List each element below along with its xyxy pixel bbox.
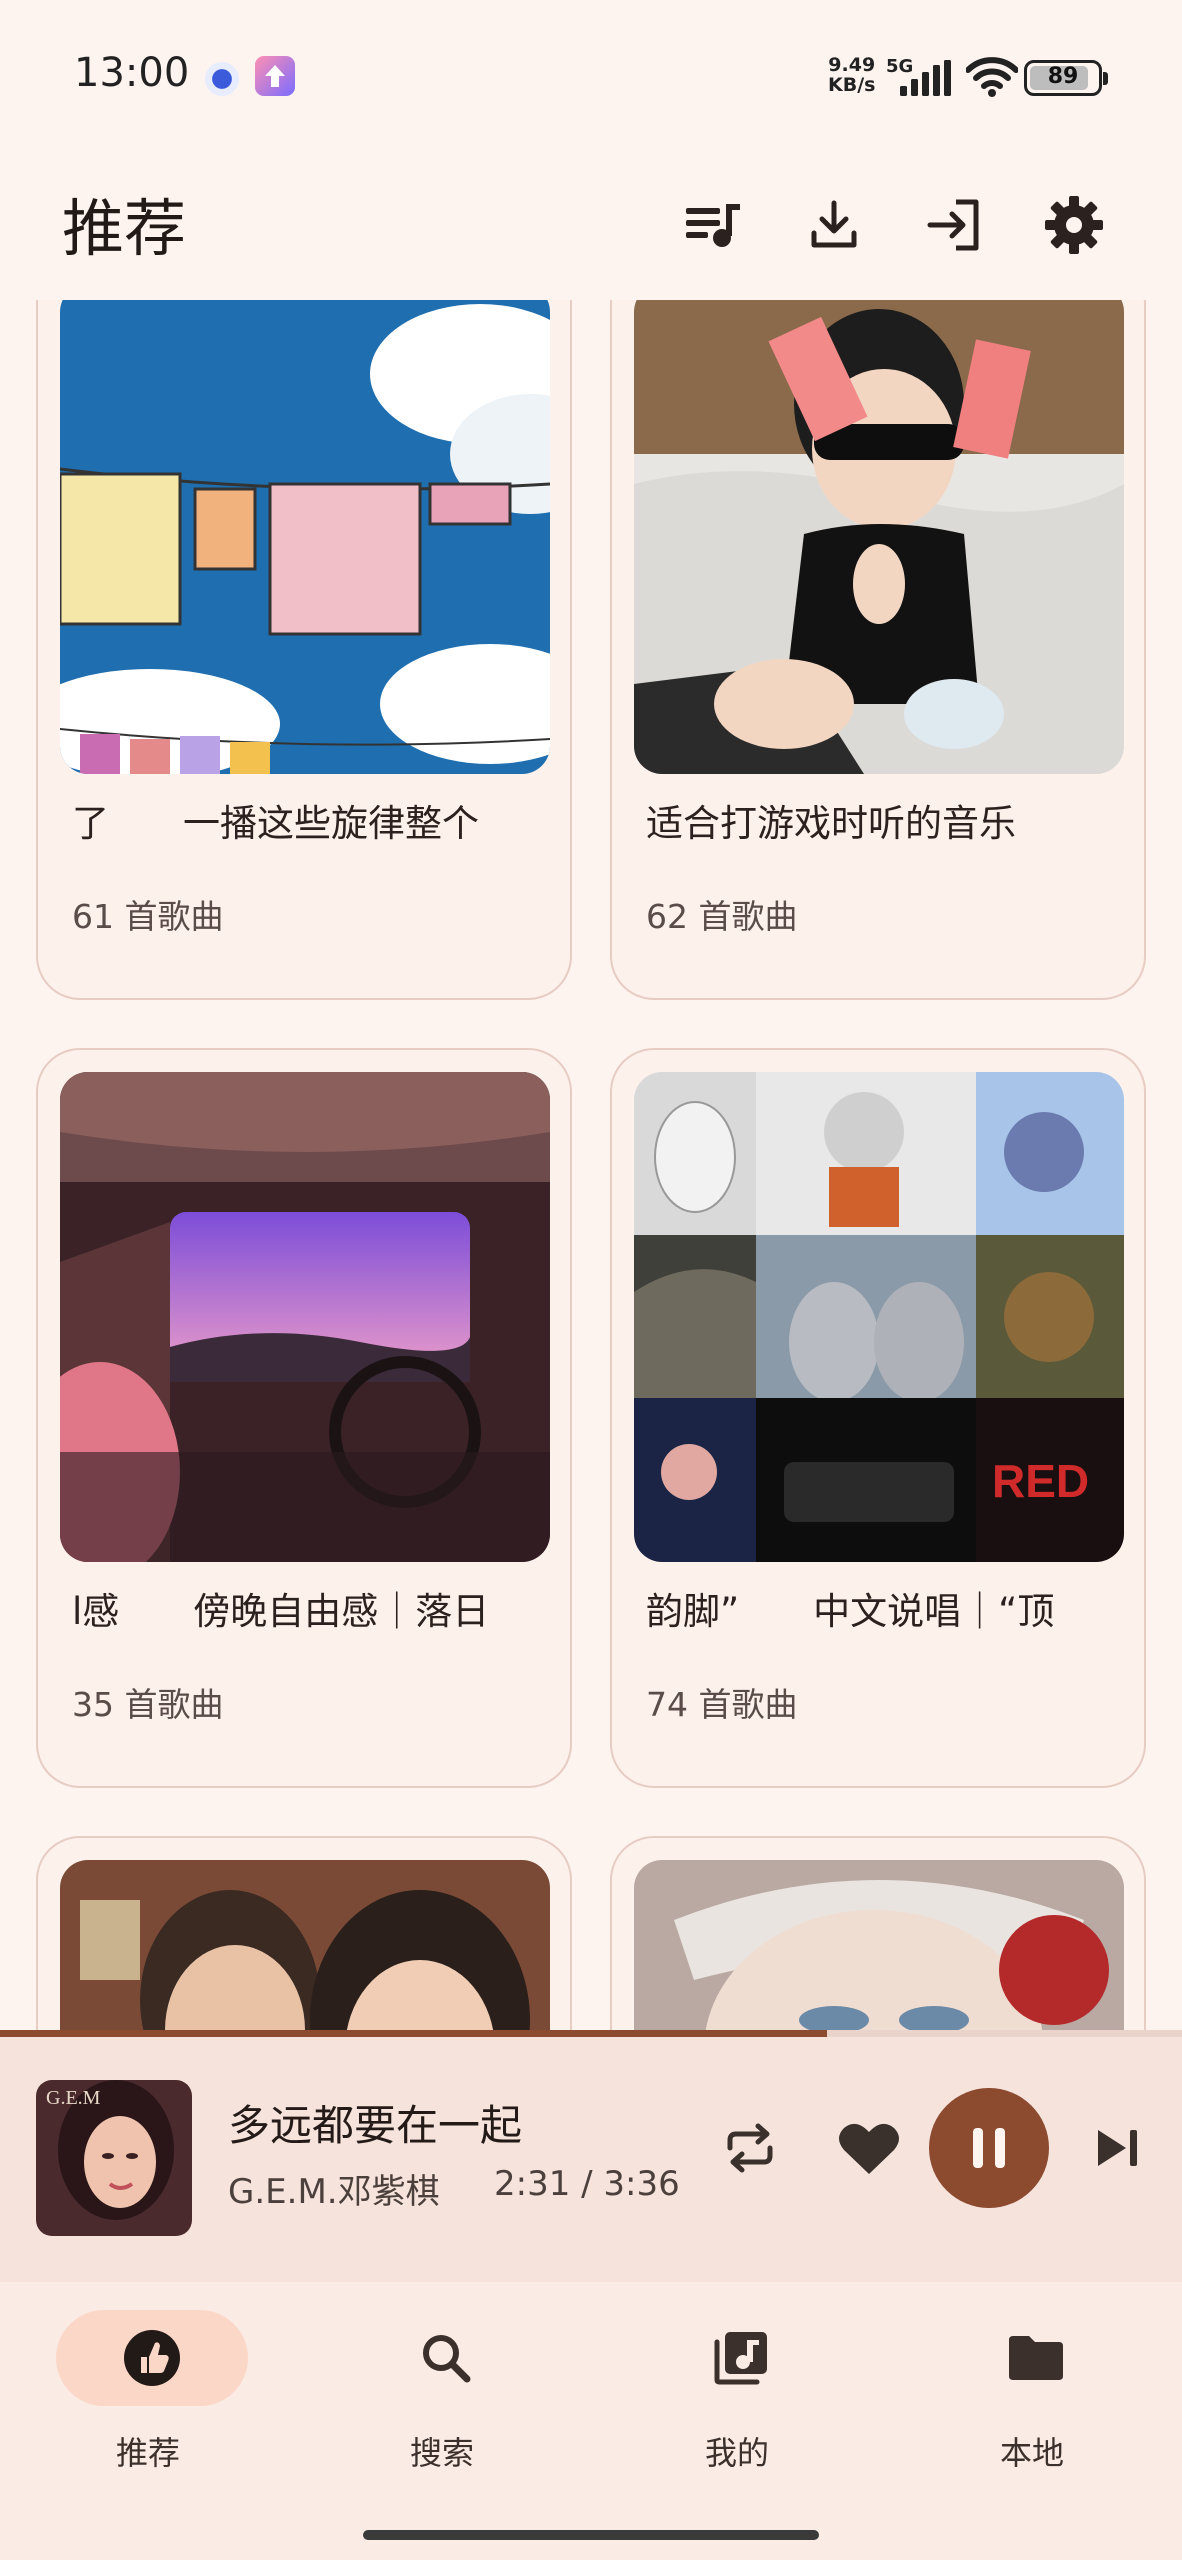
settings-button[interactable] [1029, 180, 1119, 270]
playlist-title: 了 一播这些旋律整个 [72, 802, 479, 845]
signal-icon [900, 60, 951, 96]
now-playing-artist: G.E.M.邓紫棋 [228, 2172, 440, 2212]
like-button[interactable] [829, 2108, 909, 2188]
playback-progress-fill [0, 2030, 828, 2037]
playlist-song-count: 74 首歌曲 [646, 1685, 798, 1724]
svg-text:RED: RED [992, 1455, 1089, 1507]
repeat-icon [727, 2123, 773, 2173]
playlist-cover: RED [634, 1072, 1124, 1562]
mini-player[interactable]: G.E.M 多远都要在一起 G.E.M.邓紫棋 2:31 / 3:36 [0, 2030, 1182, 2282]
bottom-navigation: 推荐 搜索 我的 本地 [0, 2282, 1182, 2560]
download-button[interactable] [789, 180, 879, 270]
playlist-card[interactable]: 了 一播这些旋律整个 61 首歌曲 [36, 300, 572, 1000]
nav-icon-container [350, 2310, 542, 2406]
nav-label: 我的 [704, 2434, 769, 2472]
playlist-card[interactable]: l感 傍晚自由感｜落日 35 首歌曲 [36, 1048, 572, 1788]
playlist-card[interactable]: 适合打游戏时听的音乐 62 首歌曲 [610, 300, 1146, 1000]
now-playing-album-art[interactable]: G.E.M [36, 2080, 192, 2236]
settings-icon [1045, 196, 1103, 254]
playlist-card[interactable] [610, 1836, 1146, 2030]
playlist-cover [60, 300, 550, 774]
skip-next-icon [1098, 2130, 1137, 2166]
now-playing-time: 2:31 / 3:36 [494, 2164, 680, 2204]
playlist-card[interactable]: RED 韵脚” 中文说唱｜“顶 74 首歌曲 [610, 1048, 1146, 1788]
playlist-queue-icon [686, 204, 740, 247]
playlist-song-count: 61 首歌曲 [72, 897, 224, 936]
wifi-icon [966, 57, 1018, 97]
status-time: 13:00 [74, 50, 190, 96]
pause-icon [973, 2128, 1005, 2168]
app-screen: 13:00 9.49 KB/s 5G 89 推荐 了 一播这些旋律整个 61 首… [0, 0, 1182, 2560]
playlist-title: 韵脚” 中文说唱｜“顶 [646, 1590, 1055, 1633]
nav-item-recommend[interactable]: 推荐 [38, 2310, 258, 2472]
playlist-cover [634, 300, 1124, 774]
playlist-queue-button[interactable] [670, 180, 760, 270]
login-button[interactable] [909, 180, 999, 270]
playlist-cover [634, 1860, 1124, 2030]
nav-icon-container [645, 2310, 837, 2406]
playback-progress-bar[interactable] [0, 2030, 1182, 2037]
pause-button[interactable] [929, 2088, 1049, 2208]
nav-label: 本地 [999, 2434, 1064, 2472]
nav-item-search[interactable]: 搜索 [332, 2310, 552, 2472]
battery-level: 89 [1047, 64, 1079, 89]
playlist-card[interactable] [36, 1836, 572, 2030]
now-playing-title: 多远都要在一起 [228, 2101, 523, 2150]
playlist-grid[interactable]: 了 一播这些旋律整个 61 首歌曲 适合打游戏时听的音乐 62 首歌曲 l感 傍… [0, 300, 1182, 2030]
nav-item-local[interactable]: 本地 [922, 2310, 1142, 2472]
nav-icon-container [940, 2310, 1132, 2406]
music-library-icon [714, 2332, 767, 2385]
next-track-button[interactable] [1080, 2110, 1156, 2186]
heart-icon [839, 2123, 899, 2174]
status-bar: 13:00 9.49 KB/s 5G 89 [0, 0, 1182, 150]
nav-label: 推荐 [115, 2434, 180, 2472]
playlist-title: l感 傍晚自由感｜落日 [72, 1590, 490, 1633]
page-title: 推荐 [62, 192, 187, 265]
nav-label: 搜索 [409, 2434, 474, 2472]
folder-icon [1009, 2336, 1063, 2380]
home-indicator[interactable] [363, 2530, 819, 2540]
notification-dot-icon [205, 62, 239, 96]
network-speed: 9.49 KB/s [828, 54, 876, 96]
app-bar: 推荐 [0, 150, 1182, 300]
search-icon [423, 2335, 471, 2383]
download-icon [811, 200, 857, 248]
nav-active-indicator [56, 2310, 248, 2406]
nav-item-mine[interactable]: 我的 [627, 2310, 847, 2472]
playlist-cover [60, 1860, 550, 2030]
app-update-icon [255, 56, 295, 96]
repeat-button[interactable] [712, 2110, 788, 2186]
svg-text:G.E.M: G.E.M [46, 2087, 101, 2109]
thumb-up-icon [124, 2330, 180, 2386]
playlist-song-count: 62 首歌曲 [646, 897, 798, 936]
playlist-title: 适合打游戏时听的音乐 [646, 802, 1016, 845]
battery-icon: 89 [1024, 60, 1108, 96]
login-icon [927, 199, 979, 251]
playlist-cover [60, 1072, 550, 1562]
playlist-song-count: 35 首歌曲 [72, 1685, 224, 1724]
